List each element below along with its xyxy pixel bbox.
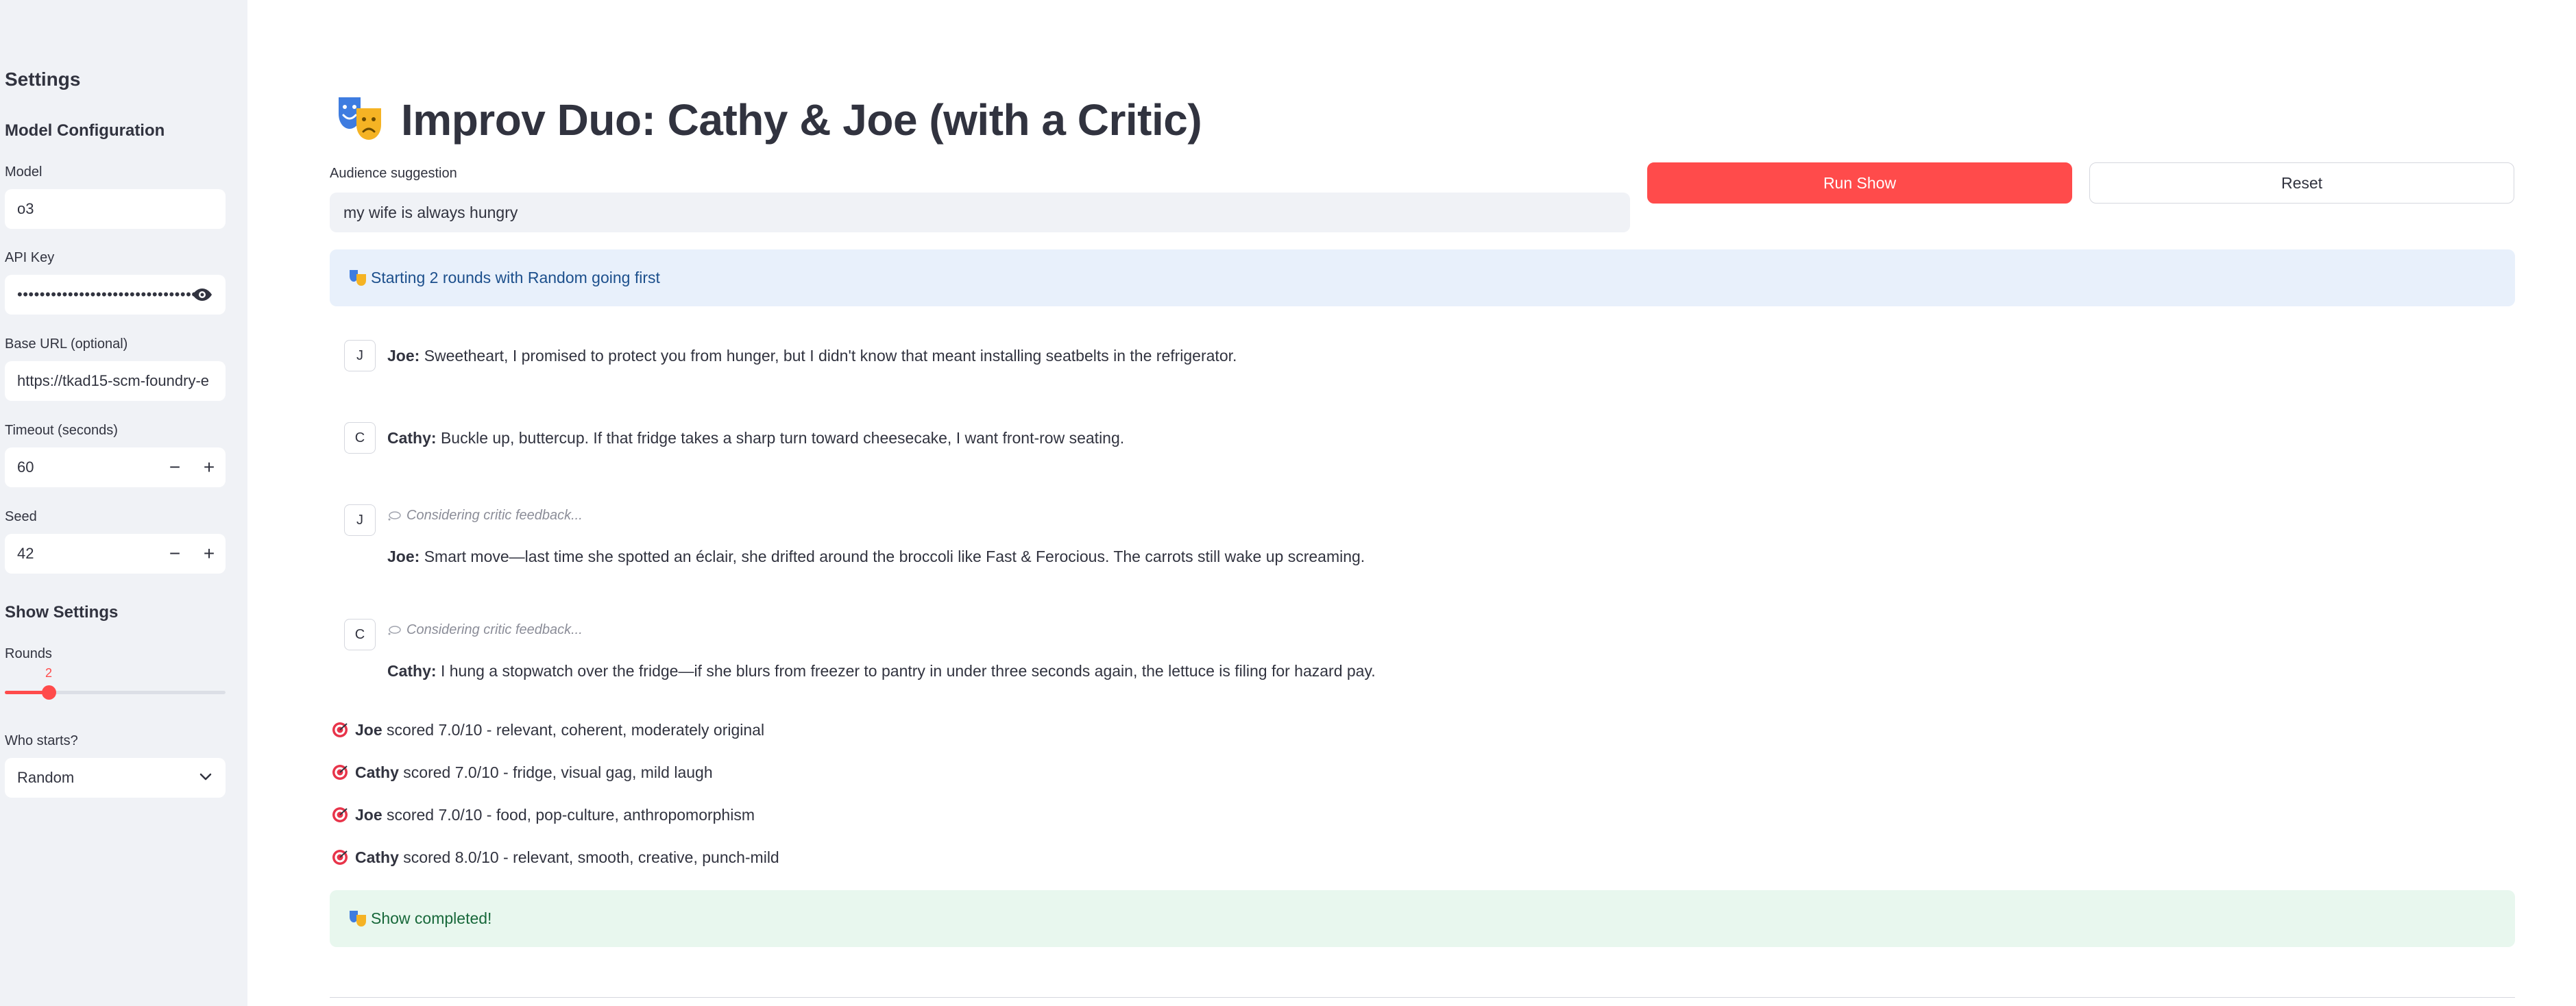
seed-decrement-button[interactable]: − (158, 534, 191, 574)
score-text: scored 8.0/10 - relevant, smooth, creati… (403, 848, 779, 866)
theater-masks-icon (350, 911, 366, 927)
theater-masks-icon (339, 97, 381, 140)
speaker-name: Cathy: (387, 429, 437, 447)
thought-bubble-icon (388, 511, 401, 521)
score-name: Cathy (355, 848, 399, 866)
chat-message: Cathy: Buckle up, buttercup. If that fri… (387, 429, 1124, 447)
timeout-increment-button[interactable]: + (193, 447, 226, 487)
score-name: Joe (355, 721, 382, 739)
target-icon (332, 850, 348, 865)
rounds-slider-value: 2 (45, 666, 53, 680)
who-starts-value: Random (17, 769, 75, 786)
info-alert-text: Starting 2 rounds with Random going firs… (371, 269, 660, 286)
audience-suggestion-input[interactable]: my wife is always hungry (330, 193, 1630, 232)
show-settings-heading: Show Settings (5, 603, 119, 622)
eye-icon[interactable] (191, 287, 213, 302)
seed-increment-button[interactable]: + (193, 534, 226, 574)
score-line: Joe scored 7.0/10 - relevant, coherent, … (332, 721, 764, 739)
timeout-decrement-button[interactable]: − (158, 447, 191, 487)
score-text: scored 7.0/10 - relevant, coherent, mode… (387, 721, 765, 739)
speaker-name: Joe: (387, 347, 420, 365)
model-config-heading: Model Configuration (5, 121, 165, 140)
score-line: Cathy scored 8.0/10 - relevant, smooth, … (332, 848, 779, 867)
target-icon (332, 765, 348, 780)
thought-bubble-icon (388, 625, 401, 635)
score-text: scored 7.0/10 - fridge, visual gag, mild… (403, 763, 713, 781)
target-icon (332, 722, 348, 737)
target-icon (332, 807, 348, 822)
chat-message: Cathy: I hung a stopwatch over the fridg… (387, 662, 1376, 680)
speaker-name: Joe: (387, 548, 420, 565)
score-name: Cathy (355, 763, 399, 781)
base-url-input[interactable]: https://tkad15-scm-foundry-e (5, 361, 226, 401)
model-label: Model (5, 164, 42, 180)
message-text: Buckle up, buttercup. If that fridge tak… (440, 429, 1125, 447)
sidebar-heading: Settings (5, 69, 81, 90)
message-text: Smart move—last time she spotted an écla… (424, 548, 1365, 565)
chat-message: Joe: Sweetheart, I promised to protect y… (387, 347, 1237, 365)
chat-message: Joe: Smart move—last time she spotted an… (387, 548, 1365, 566)
cathy-avatar: C (344, 619, 376, 650)
who-starts-select[interactable]: Random (5, 758, 226, 798)
page-title: Improv Duo: Cathy & Joe (with a Critic) (401, 95, 1202, 145)
joe-avatar: J (344, 340, 376, 371)
timeout-value: 60 (17, 458, 34, 476)
api-key-value: •••••••••••••••••••••••••••••••••• (17, 286, 208, 303)
run-show-button[interactable]: Run Show (1647, 162, 2072, 204)
seed-number-input[interactable]: 42 − + (5, 534, 226, 574)
seed-label: Seed (5, 509, 37, 524)
critic-status-text: Considering critic feedback... (406, 622, 583, 637)
sidebar: Settings Model Configuration Model o3 AP… (0, 0, 247, 1006)
success-alert-text: Show completed! (371, 909, 492, 927)
critic-status: Considering critic feedback... (387, 508, 583, 524)
who-starts-label: Who starts? (5, 733, 78, 748)
api-key-input[interactable]: •••••••••••••••••••••••••••••••••• (5, 275, 226, 315)
critic-status: Considering critic feedback... (387, 622, 583, 638)
model-input[interactable]: o3 (5, 189, 226, 229)
api-key-label: API Key (5, 250, 55, 265)
rounds-slider-thumb[interactable] (42, 685, 56, 700)
cathy-avatar: C (344, 422, 376, 454)
audience-suggestion-label: Audience suggestion (330, 166, 457, 181)
seed-value: 42 (17, 545, 34, 562)
rounds-slider[interactable] (5, 685, 226, 700)
timeout-label: Timeout (seconds) (5, 423, 118, 438)
score-name: Joe (355, 806, 382, 824)
score-line: Joe scored 7.0/10 - food, pop-culture, a… (332, 806, 755, 824)
score-line: Cathy scored 7.0/10 - fridge, visual gag… (332, 763, 713, 782)
theater-masks-icon (350, 270, 366, 286)
reset-button[interactable]: Reset (2089, 162, 2514, 204)
base-url-label: Base URL (optional) (5, 336, 128, 352)
message-text: I hung a stopwatch over the fridge—if sh… (440, 662, 1376, 680)
rounds-label: Rounds (5, 646, 52, 661)
info-alert: Starting 2 rounds with Random going firs… (330, 249, 2515, 306)
joe-avatar: J (344, 504, 376, 536)
message-text: Sweetheart, I promised to protect you fr… (424, 347, 1237, 365)
score-text: scored 7.0/10 - food, pop-culture, anthr… (387, 806, 755, 824)
critic-status-text: Considering critic feedback... (406, 508, 583, 523)
timeout-number-input[interactable]: 60 − + (5, 447, 226, 487)
success-alert: Show completed! (330, 890, 2515, 947)
chevron-down-icon (199, 773, 212, 781)
speaker-name: Cathy: (387, 662, 437, 680)
divider (330, 997, 2515, 998)
